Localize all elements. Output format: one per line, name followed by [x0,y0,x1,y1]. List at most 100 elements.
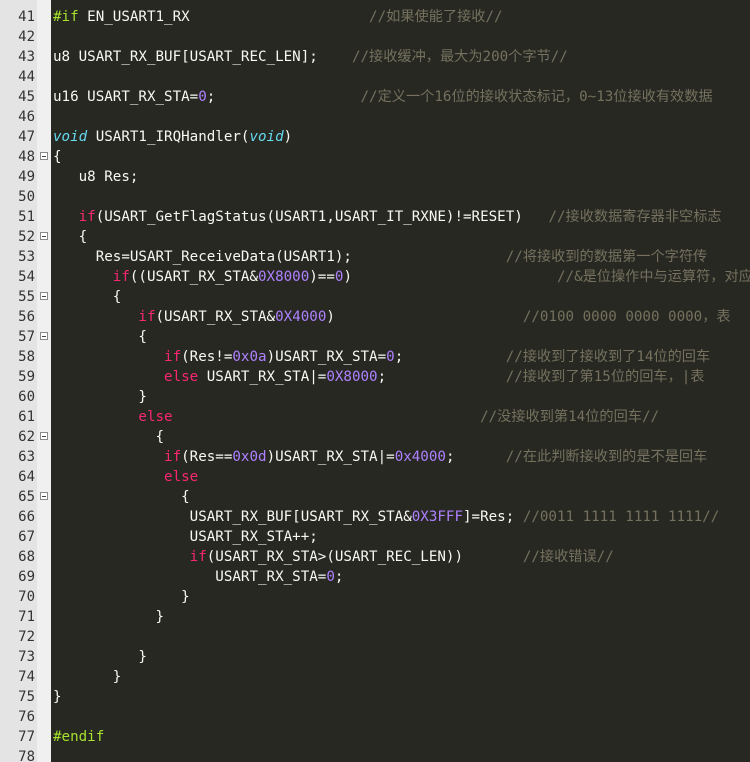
code-line[interactable]: 41 #if EN_USART1_RX //如果使能了接收// [0,7,750,27]
code-line[interactable]: 60 } [0,387,750,407]
number-token: 0X8000 [258,269,310,285]
code-line[interactable]: 47 void USART1_IRQHandler(void) [0,127,750,147]
line-number: 53 [18,249,35,265]
code-line[interactable]: 42 [0,27,750,47]
number-token: 0 [326,569,335,585]
code-text: void USART1_IRQHandler(void) [53,127,292,147]
comment-token: //没接收到第14位的回车// [480,409,660,425]
code-token: { [138,329,147,345]
code-line[interactable]: 63 if(Res==0x0d)USART_RX_STA|=0x4000; //… [0,447,750,467]
code-line[interactable]: 71 } [0,607,750,627]
code-token: Res=USART_ReceiveData(USART1); [95,249,506,265]
code-line[interactable]: 73 } [0,647,750,667]
code-line[interactable]: 45 u16 USART_RX_STA=0; //定义一个16位的接收状态标记，0… [0,87,750,107]
line-number: 56 [18,309,35,325]
line-number: 69 [18,569,35,585]
fold-toggle-icon[interactable] [40,152,48,160]
code-line[interactable]: 59 else USART_RX_STA|=0X8000; //接收到了第15位… [0,367,750,387]
code-line[interactable]: 72 [0,627,750,647]
code-token: { [155,429,165,445]
comment-token: //0011 1111 1111 1111// [522,509,720,525]
code-token: } [138,649,147,665]
code-line[interactable]: 69 USART_RX_STA=0; [0,567,750,587]
line-number: 50 [18,189,35,205]
keyword-token: if [164,449,182,465]
code-text: if(USART_RX_STA>(USART_REC_LEN)) //接收错误/… [53,547,614,567]
code-token: (Res!= [181,349,233,365]
code-token: )== [309,269,335,285]
code-text: if((USART_RX_STA&0X8000)==0) //&是位操作中与运算… [53,267,750,287]
line-number: 64 [18,469,35,485]
keyword-token: else [164,469,199,485]
fold-toggle-icon[interactable] [40,492,48,500]
code-line[interactable]: 77 #endif [0,727,750,747]
code-line[interactable]: 61 else //没接收到第14位的回车// [0,407,750,427]
code-text: USART_RX_STA++; [53,527,318,547]
line-number: 76 [18,709,35,725]
code-line[interactable]: 49 u8 Res; [0,167,750,187]
preprocessor-token: #if [53,9,79,25]
code-line[interactable]: 55 { [0,287,750,307]
fold-toggle-icon[interactable] [40,332,48,340]
code-token: ; [377,369,506,385]
code-editor[interactable]: 41 #if EN_USART1_RX //如果使能了接收// 42 43 u8 USA… [0,0,750,762]
code-token: ; [334,569,344,585]
number-token: 0x4000 [394,449,446,465]
code-line[interactable]: 58 if(Res!=0x0a)USART_RX_STA=0; //接收到了接收… [0,347,750,367]
code-line[interactable]: 57 { [0,327,750,347]
code-text: { [53,227,88,247]
code-line[interactable]: 54 if((USART_RX_STA&0X8000)==0) //&是位操作中… [0,267,750,287]
code-line[interactable]: 43 u8 USART_RX_BUF[USART_REC_LEN]; //接收缓冲… [0,47,750,67]
code-line[interactable]: 56 if(USART_RX_STA&0X4000) //0100 0000 0… [0,307,750,327]
code-text: } [53,667,122,687]
line-number: 67 [18,529,35,545]
code-line[interactable]: 66 USART_RX_BUF[USART_RX_STA&0X3FFF]=Res… [0,507,750,527]
line-number: 71 [18,609,35,625]
code-line[interactable]: 65 { [0,487,750,507]
code-token: } [138,389,147,405]
code-text: u16 USART_RX_STA=0; //定义一个16位的接收状态标记，0~1… [53,87,713,107]
code-line[interactable]: 68 if(USART_RX_STA>(USART_REC_LEN)) //接收… [0,547,750,567]
code-token: ; [394,349,506,365]
code-token: USART_RX_STA= [215,569,327,585]
line-number: 74 [18,669,35,685]
code-line[interactable]: 48 { [0,147,750,167]
code-line[interactable]: 52 { [0,227,750,247]
code-line[interactable]: 75} [0,687,750,707]
code-token: { [53,149,62,165]
code-line[interactable]: 67 USART_RX_STA++; [0,527,750,547]
code-line[interactable]: 62 { [0,427,750,447]
keyword-token: if [189,549,207,565]
code-line[interactable]: 44 [0,67,750,87]
code-token: { [112,289,122,305]
code-text: #endif [53,727,104,747]
code-line[interactable]: 64 else [0,467,750,487]
code-token: (USART_RX_STA>(USART_REC_LEN)) [206,549,523,565]
code-text: { [53,427,165,447]
line-number: 63 [18,449,35,465]
code-token: ) [343,269,557,285]
line-number: 54 [18,269,35,285]
code-line[interactable]: 70 } [0,587,750,607]
code-text: else USART_RX_STA|=0X8000; //接收到了第15位的回车… [53,367,704,387]
code-line[interactable]: 76 [0,707,750,727]
code-line[interactable]: 50 [0,187,750,207]
code-line[interactable]: 51 if(USART_GetFlagStatus(USART1,USART_I… [0,207,750,227]
code-line[interactable]: 46 [0,107,750,127]
fold-toggle-icon[interactable] [40,432,48,440]
fold-toggle-icon[interactable] [40,232,48,240]
code-line[interactable]: 74 } [0,667,750,687]
line-number: 78 [18,749,35,762]
line-number: 75 [18,689,35,705]
code-line[interactable]: 53 Res=USART_ReceiveData(USART1); //将接收到… [0,247,750,267]
number-token: 0 [198,89,207,105]
code-line[interactable]: 78 [0,747,750,762]
fold-toggle-icon[interactable] [40,292,48,300]
code-token: } [155,609,165,625]
line-number: 68 [18,549,35,565]
